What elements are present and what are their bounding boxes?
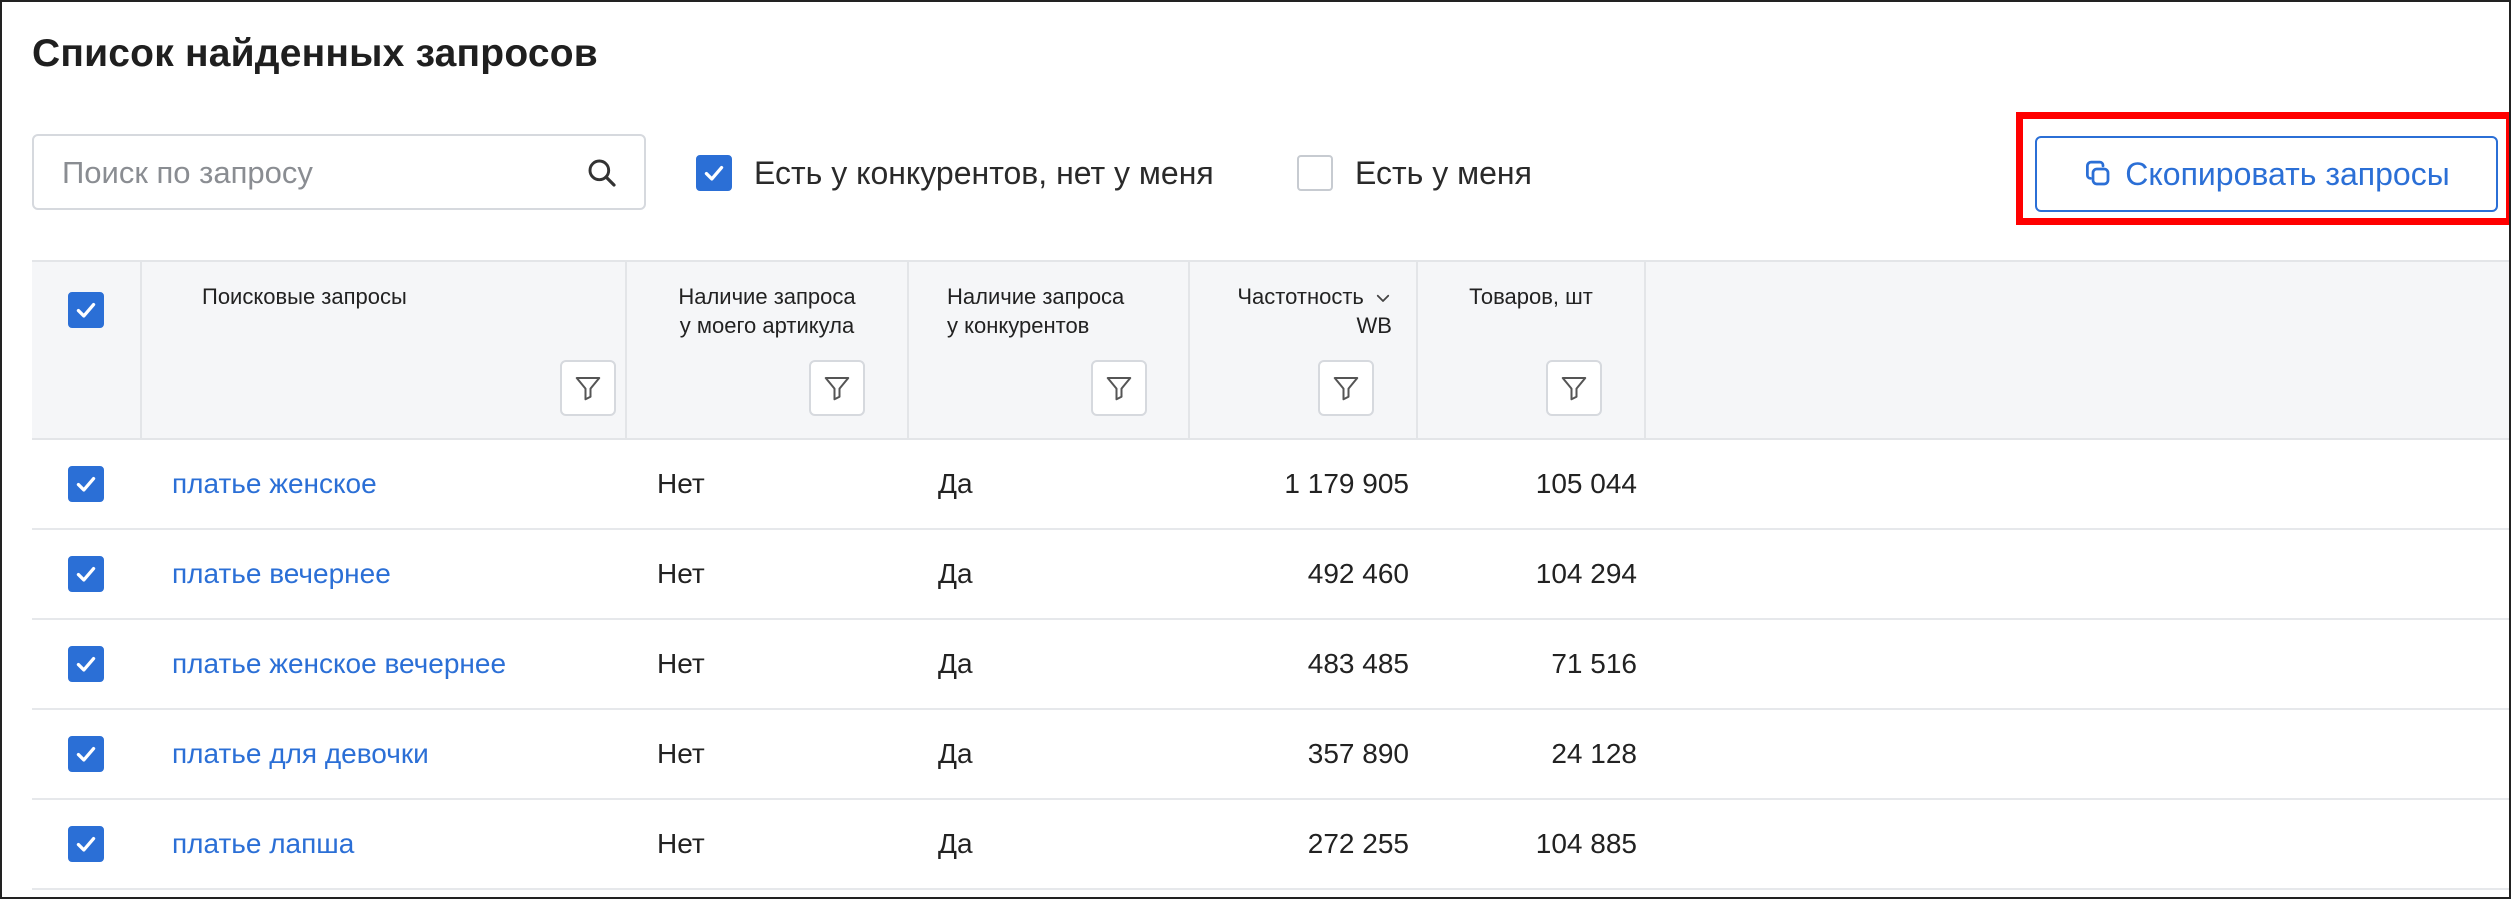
table-row: платье женское Нет Да 1 179 905 105 044 [32,440,2509,530]
cell-frequency: 357 890 [1307,738,1409,769]
table-row: платье для девочки Нет Да 357 890 24 128 [32,710,2509,800]
cell-competitors: Да [938,558,973,589]
column-header-competitors-label: Наличие запроса у конкурентов [909,282,1188,340]
filter-icon [575,377,601,401]
filter-mine-checkbox[interactable] [1297,155,1333,191]
row-checkbox[interactable] [68,736,104,772]
check-icon [76,656,96,672]
cell-products: 104 294 [1535,558,1637,589]
header-select-cell [32,262,142,438]
query-link[interactable]: платье для девочки [172,710,429,798]
row-checkbox[interactable] [68,466,104,502]
cell-mine: Нет [657,738,705,769]
check-icon [76,566,96,582]
copy-icon [2086,160,2110,186]
filter-competitors-only[interactable]: Есть у конкурентов, нет у меня [696,153,1214,193]
row-checkbox[interactable] [68,556,104,592]
check-icon [76,836,96,852]
query-link[interactable]: платье женское вечернее [172,620,506,708]
column-header-products-line1: Товаров, шт [1469,284,1593,309]
table-row: платье вечернее Нет Да 492 460 104 294 [32,530,2509,620]
cell-mine: Нет [657,648,705,679]
query-link[interactable]: платье женское [172,440,377,528]
table-row: платье женское вечернее Нет Да 483 485 7… [32,620,2509,710]
column-header-products: Товаров, шт [1418,262,1646,438]
filter-competitors-column-button[interactable] [1091,360,1147,416]
cell-products: 104 885 [1535,828,1637,859]
filter-competitors-only-label: Есть у конкурентов, нет у меня [754,154,1214,191]
filter-products-button[interactable] [1546,360,1602,416]
queries-table: Поисковые запросы Наличие запроса у моег… [32,260,2509,890]
query-link[interactable]: платье вечернее [172,530,391,618]
row-checkbox[interactable] [68,826,104,862]
column-header-query: Поисковые запросы [142,262,627,438]
column-header-competitors-line1: Наличие запроса [947,284,1125,309]
cell-products: 24 128 [1551,738,1637,769]
filter-icon [1333,377,1359,401]
cell-products: 105 044 [1535,468,1637,499]
cell-competitors: Да [938,648,973,679]
filter-icon [1106,377,1132,401]
check-icon [76,476,96,492]
filter-mine-label: Есть у меня [1355,154,1532,191]
check-icon [704,165,724,181]
check-icon [76,302,96,318]
column-header-query-line1: Поисковые запросы [202,284,407,309]
cell-frequency: 492 460 [1307,558,1409,589]
table-header: Поисковые запросы Наличие запроса у моег… [32,260,2509,440]
check-icon [76,746,96,762]
filter-icon [1561,377,1587,401]
filter-competitors-only-checkbox[interactable] [696,155,732,191]
column-header-competitors-line2: у конкурентов [947,313,1090,338]
cell-competitors: Да [938,828,973,859]
filter-mine[interactable]: Есть у меня [1297,153,1532,193]
filter-icon [824,377,850,401]
column-header-frequency-label: Частотность WB [1237,282,1392,340]
copy-queries-button[interactable]: Скопировать запросы [2035,136,2498,212]
column-header-frequency-line1: Частотность [1237,284,1364,309]
search-input[interactable] [60,136,584,210]
column-header-query-label: Поисковые запросы [142,282,625,311]
row-checkbox[interactable] [68,646,104,682]
column-header-mine-line2: у моего артикула [679,313,855,338]
column-header-competitors: Наличие запроса у конкурентов [909,262,1190,438]
cell-competitors: Да [938,468,973,499]
app-frame: Список найденных запросов Есть у конкуре… [0,0,2511,899]
filter-mine-column-button[interactable] [809,360,865,416]
table-body: платье женское Нет Да 1 179 905 105 044 … [32,440,2509,890]
select-all-checkbox[interactable] [68,292,104,328]
cell-mine: Нет [657,468,705,499]
chevron-down-icon[interactable] [1374,289,1392,307]
column-header-products-label: Товаров, шт [1418,282,1644,311]
copy-queries-label: Скопировать запросы [2125,155,2450,192]
filter-query-button[interactable] [560,360,616,416]
cell-frequency: 272 255 [1307,828,1409,859]
search-icon[interactable] [586,157,618,189]
column-header-frequency-line2: WB [1356,313,1392,338]
cell-frequency: 1 179 905 [1284,468,1409,499]
column-header-frequency[interactable]: Частотность WB [1190,262,1418,438]
page-title: Список найденных запросов [32,32,598,75]
column-header-mine-line1: Наличие запроса [678,284,856,309]
column-header-mine-label: Наличие запроса у моего артикула [627,282,907,340]
table-row: платье лапша Нет Да 272 255 104 885 [32,800,2509,890]
cell-frequency: 483 485 [1307,648,1409,679]
cell-mine: Нет [657,828,705,859]
search-box[interactable] [32,134,646,210]
cell-competitors: Да [938,738,973,769]
filter-frequency-button[interactable] [1318,360,1374,416]
column-header-mine: Наличие запроса у моего артикула [627,262,909,438]
cell-mine: Нет [657,558,705,589]
query-link[interactable]: платье лапша [172,800,354,888]
cell-products: 71 516 [1551,648,1637,679]
